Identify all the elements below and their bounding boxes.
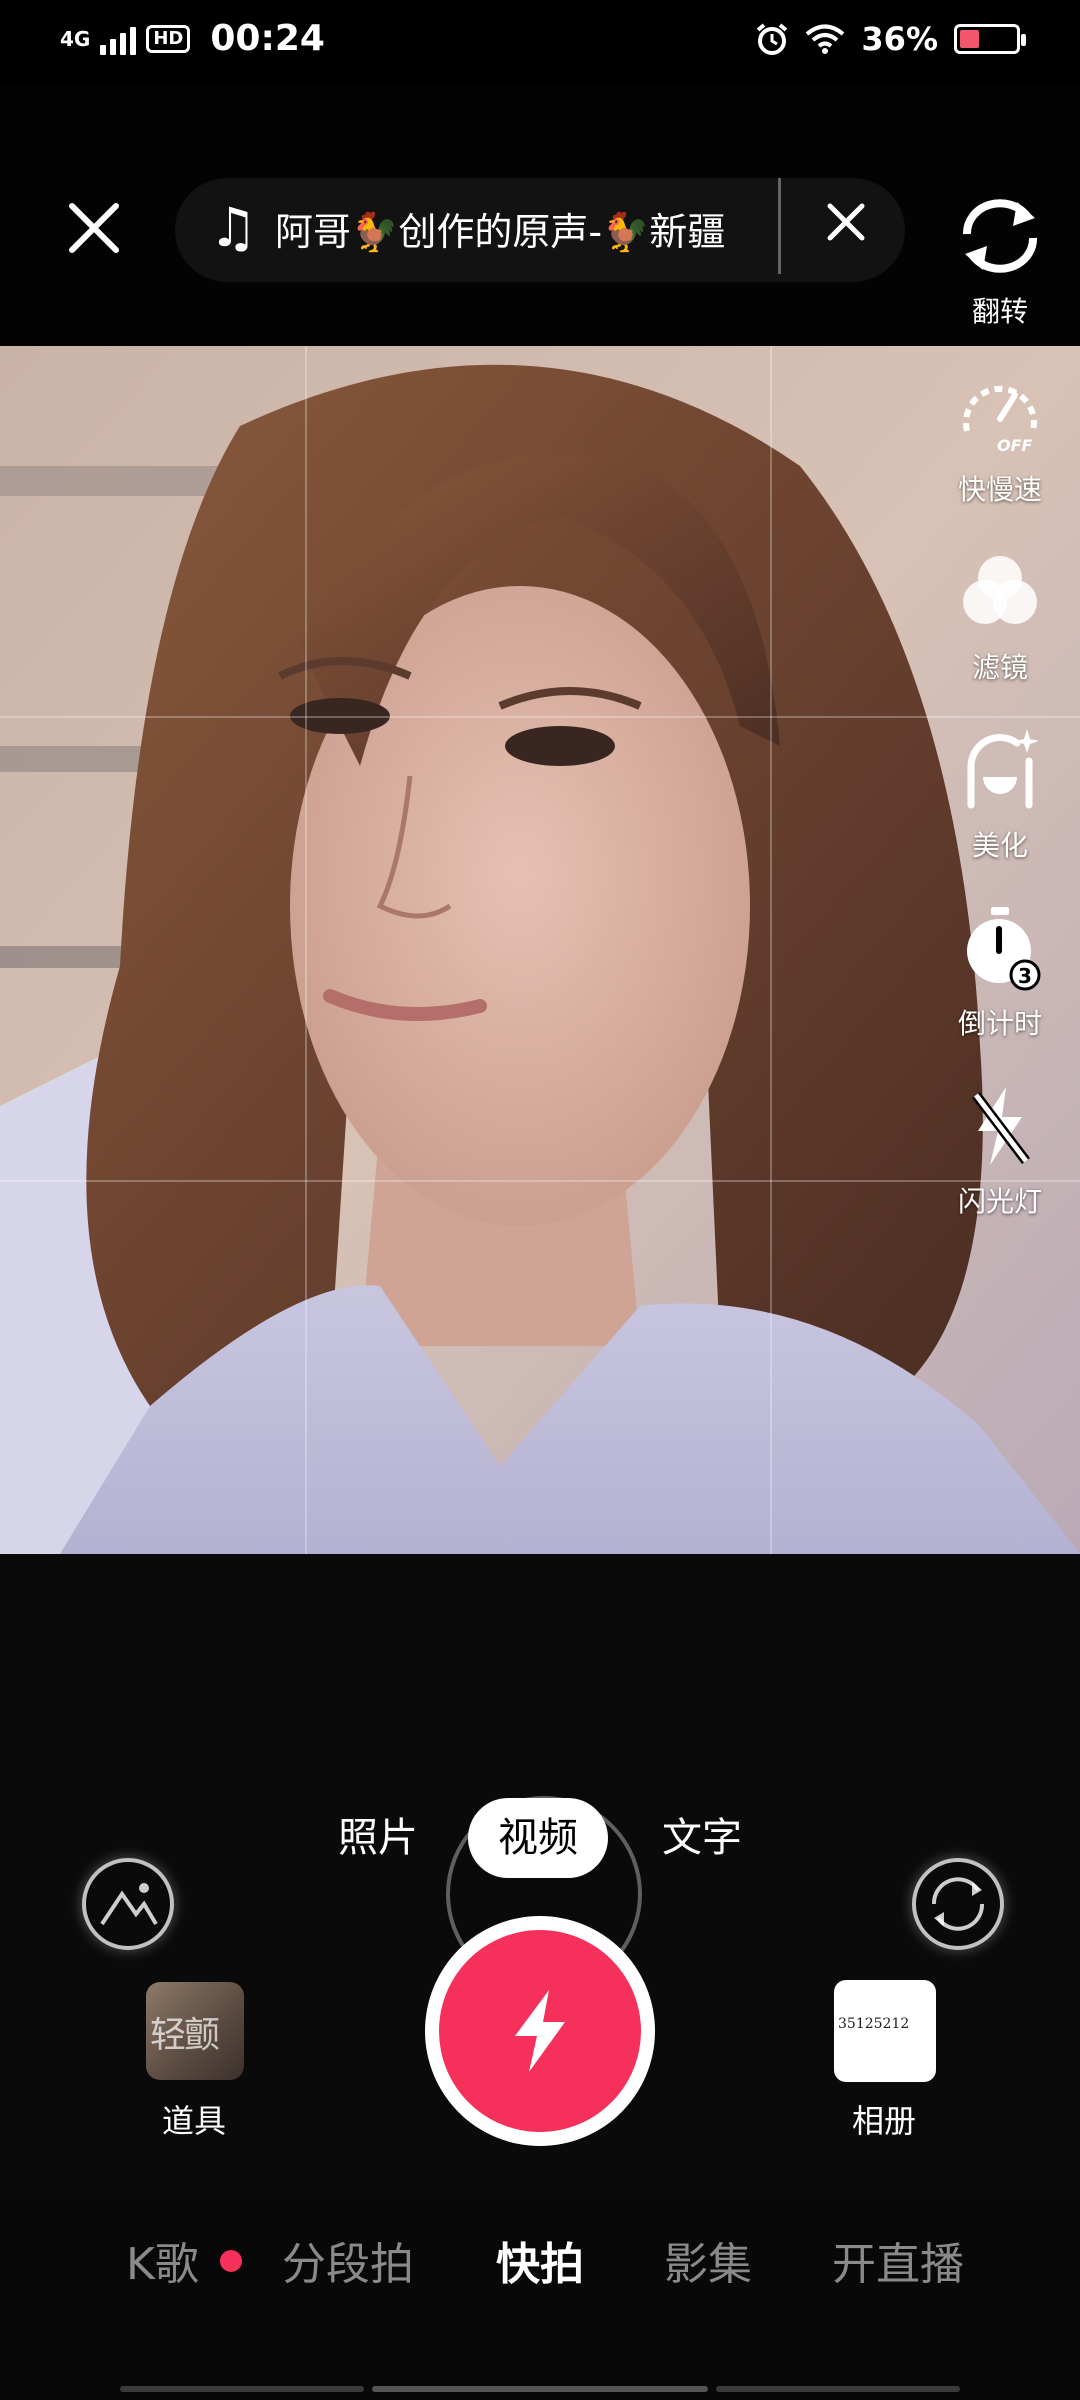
- beautify-button[interactable]: 美化: [940, 720, 1060, 864]
- preview-image: [0, 346, 1080, 1554]
- gallery-effect-button[interactable]: [82, 1858, 174, 1950]
- grid-line: [0, 716, 1080, 718]
- grid-line: [305, 346, 307, 1554]
- battery-level: [960, 30, 979, 48]
- tab-live[interactable]: 开直播: [832, 2228, 964, 2292]
- tool-label: 翻转: [971, 295, 1028, 328]
- status-right: 36%: [755, 20, 1026, 58]
- filter-icon: [963, 556, 1037, 624]
- props-thumbnail[interactable]: 轻颤: [146, 1982, 244, 2080]
- status-left: 4G HD 00:24: [60, 18, 325, 59]
- network-type: 4G: [60, 26, 91, 51]
- timer-button[interactable]: 3 倒计时: [940, 898, 1060, 1042]
- tool-label: 闪光灯: [957, 1185, 1042, 1218]
- divider: [778, 178, 781, 274]
- clear-music-icon[interactable]: [826, 202, 866, 242]
- alarm-icon: [757, 23, 788, 55]
- camera-screen: 4G HD 00:24 36% ♫ 阿哥🐓创作的原声-🐓新疆 翻转 OFF 快慢…: [0, 0, 1080, 2400]
- battery-icon: [954, 24, 1026, 54]
- flip-camera-icon: [962, 199, 1038, 273]
- refresh-icon: [931, 1877, 985, 1931]
- tool-label: 快慢速: [957, 473, 1042, 506]
- speed-badge: OFF: [997, 436, 1033, 455]
- nav-indicator: [120, 2386, 364, 2392]
- switch-button[interactable]: [912, 1858, 1004, 1950]
- shutter-button[interactable]: [425, 1916, 655, 2146]
- filter-button[interactable]: 滤镜: [940, 542, 1060, 686]
- wifi-icon: [806, 24, 845, 54]
- nav-indicator: [372, 2386, 708, 2392]
- tab-segmented[interactable]: 分段拍: [282, 2228, 414, 2292]
- tab-badge-dot: [220, 2250, 242, 2272]
- album-label[interactable]: 相册: [852, 2096, 916, 2142]
- grid-line: [770, 346, 772, 1554]
- mountain-icon: [100, 1883, 158, 1926]
- grid-line: [0, 1180, 1080, 1182]
- speed-off-icon: OFF: [963, 385, 1037, 455]
- status-bar: 4G HD 00:24 36%: [0, 0, 1080, 86]
- battery-percent: 36%: [861, 20, 938, 58]
- camera-preview[interactable]: [0, 346, 1080, 1554]
- hd-badge: HD: [146, 24, 191, 53]
- signal-icon: [100, 23, 137, 55]
- props-thumb-text: 轻颤: [150, 2015, 220, 2056]
- music-note-icon: ♫: [209, 196, 258, 259]
- music-title: 阿哥🐓创作的原声-🐓新疆: [275, 210, 726, 254]
- tab-karaoke[interactable]: K歌: [126, 2228, 199, 2292]
- nav-indicator: [716, 2386, 960, 2392]
- flip-camera-button[interactable]: 翻转: [940, 186, 1060, 330]
- flash-off-icon: [972, 1087, 1030, 1165]
- timer-icon: 3: [967, 907, 1041, 991]
- timer-badge: 3: [1018, 964, 1032, 988]
- close-icon[interactable]: [66, 200, 122, 256]
- tab-album[interactable]: 影集: [664, 2228, 752, 2292]
- beautify-icon: [967, 729, 1039, 809]
- tool-label: 美化: [971, 829, 1028, 862]
- shutter-inner: [439, 1930, 641, 2132]
- mode-photo[interactable]: 照片: [338, 1798, 418, 1878]
- tool-label: 滤镜: [971, 651, 1028, 684]
- props-label[interactable]: 道具: [162, 2096, 226, 2142]
- lightning-icon: [515, 1990, 565, 2072]
- music-selector[interactable]: ♫ 阿哥🐓创作的原声-🐓新疆: [175, 178, 905, 282]
- tab-quick-shot[interactable]: 快拍: [496, 2228, 584, 2292]
- status-time: 00:24: [210, 18, 325, 59]
- album-thumbnail[interactable]: 35125212: [834, 1980, 936, 2082]
- top-bar: ♫ 阿哥🐓创作的原声-🐓新疆: [0, 86, 1080, 346]
- flash-button[interactable]: 闪光灯: [940, 1076, 1060, 1220]
- network-indicator: 4G: [60, 29, 90, 49]
- tool-label: 倒计时: [957, 1007, 1042, 1040]
- mode-text[interactable]: 文字: [662, 1798, 742, 1878]
- album-thumb-text: 35125212: [838, 2016, 910, 2032]
- speed-button[interactable]: OFF 快慢速: [940, 364, 1060, 508]
